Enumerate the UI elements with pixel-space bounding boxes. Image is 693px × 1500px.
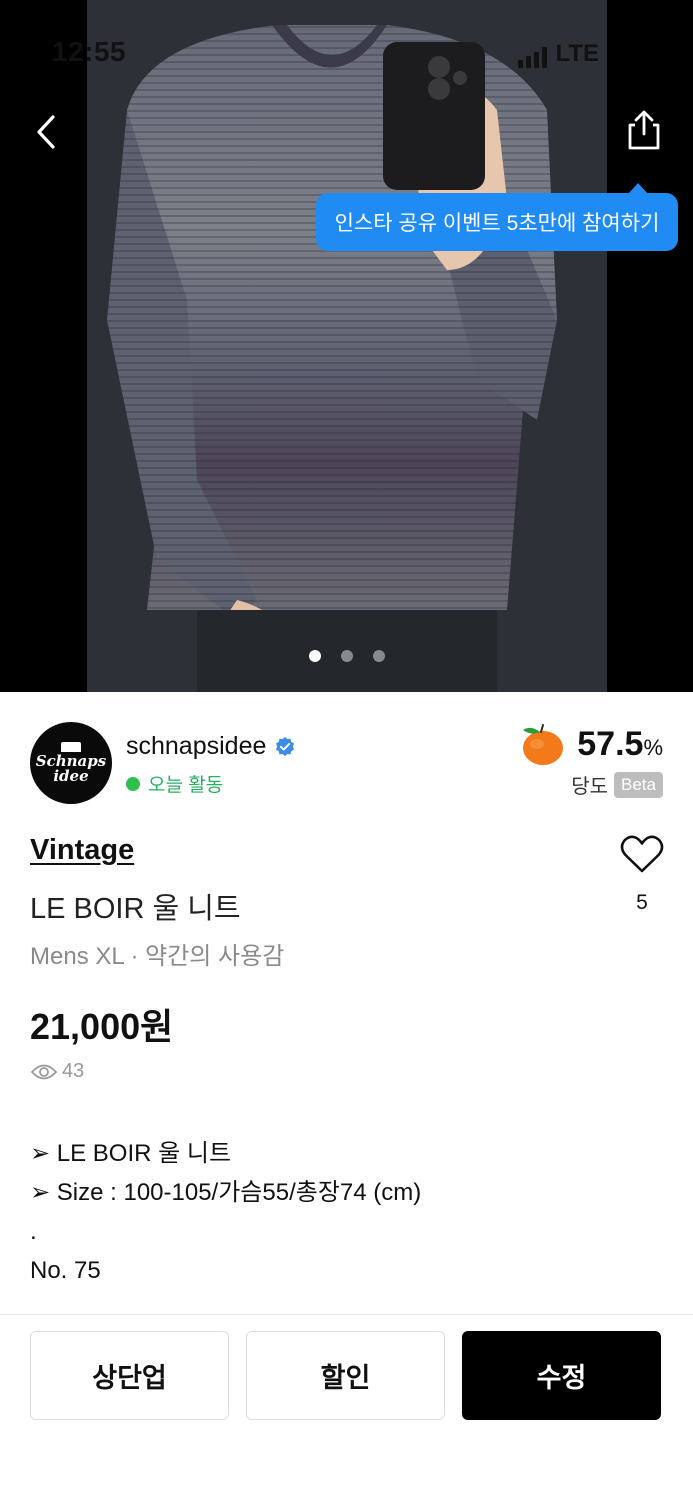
chevron-left-icon [37, 115, 55, 149]
carousel-dot[interactable] [340, 650, 353, 662]
sweetness-unit: % [643, 734, 663, 760]
like-count: 5 [636, 891, 648, 914]
discount-button[interactable]: 할인 [246, 1331, 445, 1420]
share-button[interactable] [622, 108, 666, 152]
description-line: . [30, 1218, 37, 1245]
product-title: LE BOIR 울 니트 [30, 893, 241, 925]
product-price: 21,000원 [30, 1006, 174, 1047]
carousel-indicator [0, 650, 693, 662]
bump-button[interactable]: 상단업 [30, 1331, 229, 1420]
tshirt-icon [61, 742, 81, 752]
product-description: ➢ LE BOIR 울 니트 ➢ Size : 100-105/가슴55/총장7… [30, 1134, 421, 1290]
edit-button[interactable]: 수정 [462, 1331, 661, 1420]
view-count: 43 [30, 1060, 84, 1083]
seller-name[interactable]: schnapsidee [126, 732, 266, 761]
verified-badge-icon [276, 736, 295, 756]
brand-link[interactable]: Vintage [30, 834, 134, 867]
beta-badge: Beta [614, 771, 663, 798]
like-button[interactable]: 5 [618, 834, 666, 915]
share-icon [628, 110, 660, 150]
heart-icon [620, 835, 664, 873]
seller-name-row[interactable]: schnapsidee [126, 732, 296, 761]
view-count-value: 43 [62, 1060, 85, 1082]
description-line: No. 75 [30, 1257, 101, 1284]
signal-icon [518, 46, 548, 68]
online-dot-icon [126, 776, 140, 791]
bottom-divider [0, 1314, 693, 1315]
peach-icon [523, 724, 564, 765]
description-line: ➢ LE BOIR 울 니트 [30, 1140, 232, 1167]
activity-label: 오늘 활동 [148, 775, 224, 796]
product-photo-carousel[interactable]: 12:55 LTE 인스타 공유 이벤트 5초만에 참여하기 [0, 0, 693, 692]
eye-icon [30, 1064, 58, 1079]
sweetness-value: 57.5% [577, 725, 663, 764]
seller-avatar[interactable]: Schnaps idee [30, 722, 112, 804]
carousel-dot-active[interactable] [308, 650, 321, 662]
product-photo[interactable] [87, 0, 607, 692]
description-line: ➢ Size : 100-105/가슴55/총장74 (cm) [30, 1179, 422, 1206]
product-meta: Mens XL · 약간의 사용감 [30, 943, 285, 970]
network-label: LTE [555, 40, 599, 67]
seller-row[interactable]: Schnaps idee schnapsidee 오늘 활동 57.5% 당도 … [30, 722, 663, 804]
activity-status: 오늘 활동 [126, 770, 223, 797]
status-indicators: LTE [518, 40, 599, 68]
sweetness-label: 당도 [571, 776, 609, 798]
sweetness-number: 57.5 [577, 724, 644, 763]
insta-share-event-tooltip[interactable]: 인스타 공유 이벤트 5초만에 참여하기 [316, 183, 678, 251]
back-button[interactable] [24, 110, 68, 154]
avatar-text-line2: idee [53, 767, 89, 785]
status-time: 12:55 [52, 36, 127, 67]
sweetness-score[interactable]: 57.5% 당도 Beta [519, 722, 663, 799]
carousel-dot[interactable] [372, 650, 385, 662]
sweater-photo-illustration [87, 0, 607, 692]
